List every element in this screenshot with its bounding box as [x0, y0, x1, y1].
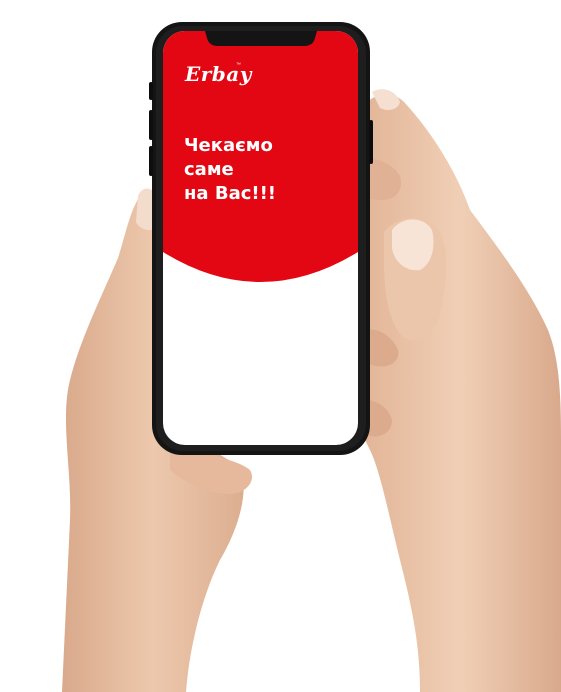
headline-line-2: саме [184, 159, 234, 180]
phone-screen [163, 31, 358, 445]
phone-device [149, 22, 373, 455]
headline-line-1: Чекаємо [184, 135, 273, 156]
hands-holding-phone-illustration [62, 22, 561, 692]
phone-notch [205, 31, 317, 46]
right-hand [360, 89, 561, 692]
erbay-logo: Erbay [185, 62, 252, 86]
photo-scene: Erbay ™ Чекаємо саме на Вас!!! [0, 0, 561, 692]
screen-headline: Чекаємо саме на Вас!!! [184, 134, 344, 206]
headline-line-3: на Вас!!! [184, 183, 277, 204]
trademark-symbol: ™ [236, 62, 241, 68]
